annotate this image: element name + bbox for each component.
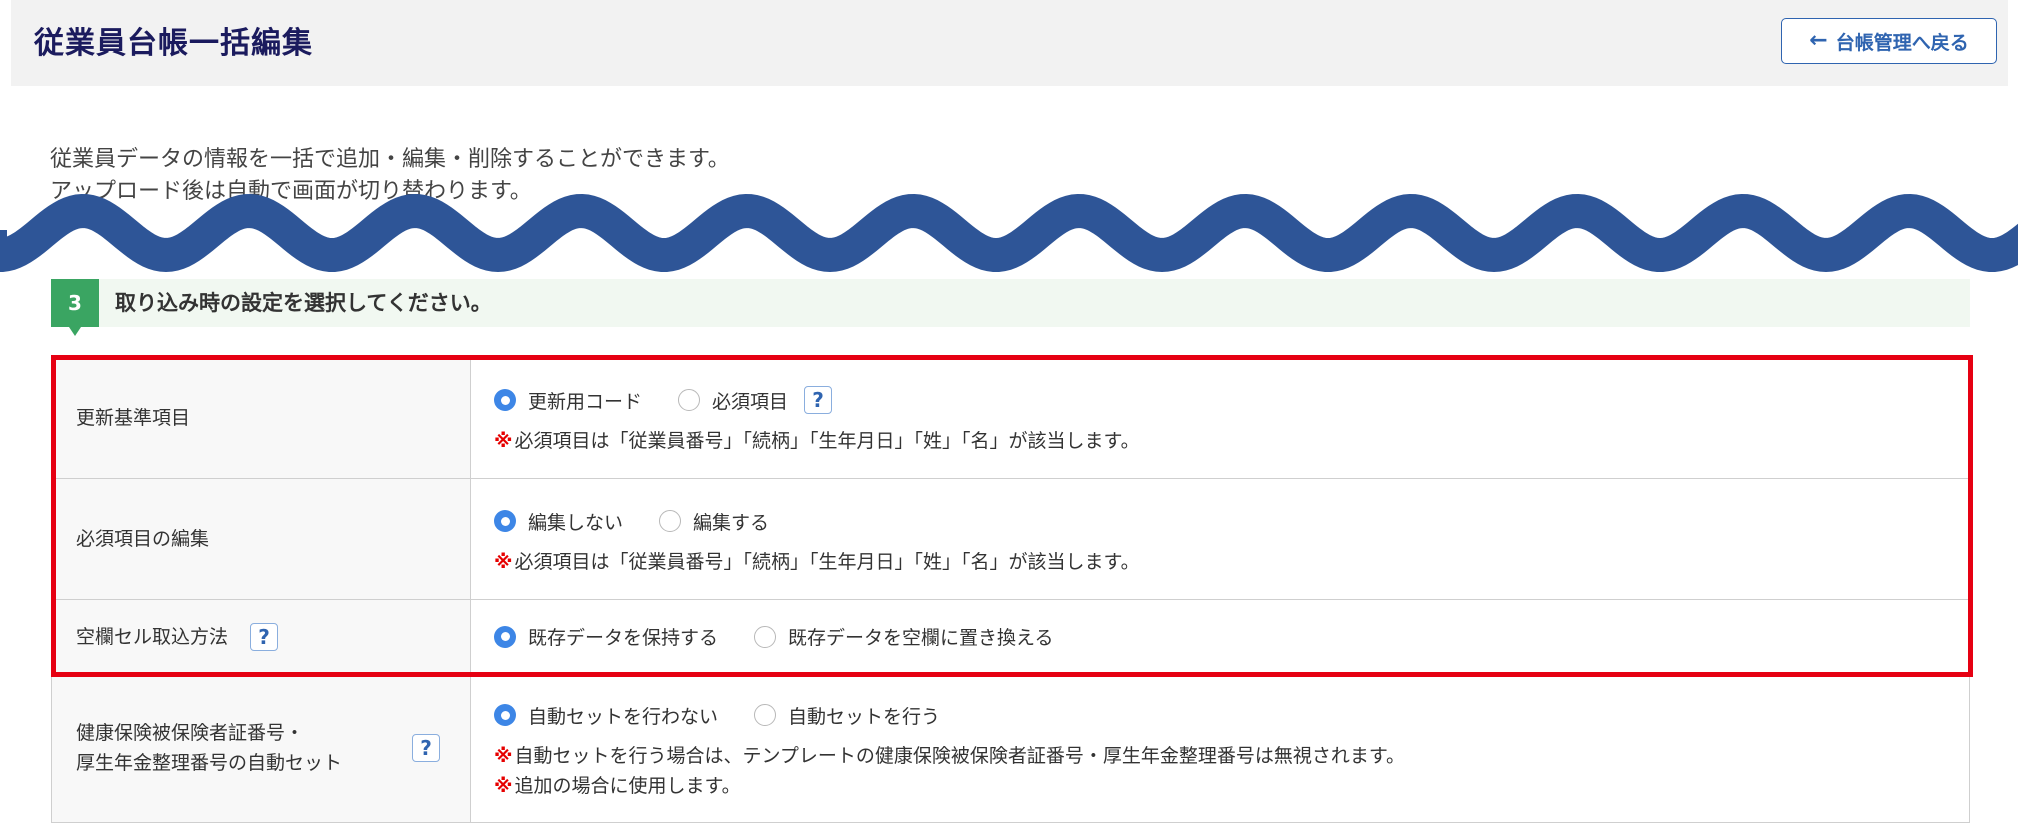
setting-label-cell: 必須項目の編集 [51,478,471,600]
setting-label-cell: 更新基準項目 [51,357,471,479]
setting-note: ※ 自動セットを行う場合は、テンプレートの健康保険被保険者証番号・厚生年金整理番号… [494,741,1969,801]
note-mark: ※ [494,775,513,797]
setting-label-line-1: 健康保険被保険者証番号・ [76,722,305,744]
step-number-badge: 3 [51,279,99,336]
help-icon[interactable]: ? [804,386,833,414]
radio-label: 自動セットを行う [788,705,941,728]
radio-edit[interactable]: 編集する [659,508,769,535]
radio-label: 既存データを保持する [528,627,719,649]
note-mark: ※ [494,745,513,767]
setting-label-cell: 空欄セル取込方法 ? [51,599,471,674]
radio-label: 必須項目 [712,390,789,413]
note-mark: ※ [494,551,513,573]
setting-row-blank-cell: 空欄セル取込方法 ? 既存データを保持する 既存データを空欄に置き換える [51,599,1970,674]
page-title: 従業員台帳一括編集 [34,26,313,61]
setting-note: ※ 必須項目は「従業員番号」「続柄」「生年月日」「姓」「名」が該当します。 [494,547,1969,577]
radio-unchecked-icon [754,704,777,726]
back-button-label: 台帳管理へ戻る [1835,31,1969,54]
setting-value-cell: 編集しない 編集する ※ 必須項目は「従業員番号」「続柄」「生年月日」「姓」「名」… [470,478,1970,600]
radio-replace-blank[interactable]: 既存データを空欄に置き換える [754,623,1053,650]
help-icon[interactable]: ? [250,622,279,651]
radio-checked-icon [494,510,516,532]
setting-label-line-2: 厚生年金整理番号の自動セット [76,752,343,774]
step-label: 取り込み時の設定を選択してください。 [115,291,492,315]
radio-no-edit[interactable]: 編集しない [494,508,623,535]
setting-row-update-key: 更新基準項目 更新用コード 必須項目 ? ※ 必須項目は「従業員番号」「続柄」「生… [51,357,1970,479]
radio-checked-icon [494,704,516,726]
radio-label: 自動セットを行わない [528,705,719,728]
radio-checked-icon [494,389,516,411]
note-mark: ※ [494,430,513,452]
setting-label-cell: 健康保険被保険者証番号・ 厚生年金整理番号の自動セット ? [51,673,471,823]
radio-checked-icon [494,625,516,648]
setting-value-cell: 既存データを保持する 既存データを空欄に置き換える [470,599,1970,674]
radio-update-code[interactable]: 更新用コード [494,387,642,414]
note-text: 必須項目は「従業員番号」「続柄」「生年月日」「姓」「名」が該当します。 [514,551,1140,573]
description-line-1: 従業員データの情報を一括で追加・編集・削除することができます。 [50,147,730,172]
radio-unchecked-icon [659,510,682,532]
setting-value-cell: 更新用コード 必須項目 ? ※ 必須項目は「従業員番号」「続柄」「生年月日」「姓」… [470,357,1970,479]
note-text: 追加の場合に使用します。 [514,775,741,797]
radio-label: 既存データを空欄に置き換える [788,627,1054,649]
back-to-ledger-button[interactable]: ← 台帳管理へ戻る [1781,18,1997,64]
radio-keep-existing[interactable]: 既存データを保持する [494,623,718,650]
radio-unchecked-icon [754,625,777,648]
setting-label: 空欄セル取込方法 [76,625,229,648]
setting-label: 更新基準項目 [76,407,191,429]
note-text: 必須項目は「従業員番号」「続柄」「生年月日」「姓」「名」が該当します。 [514,430,1140,452]
radio-unchecked-icon [678,389,701,411]
setting-value-cell: 自動セットを行わない 自動セットを行う ※ 自動セットを行う場合は、テンプレートの… [470,673,1970,823]
page-header: 従業員台帳一括編集 ← 台帳管理へ戻る [11,0,2008,86]
step-header: 3 取り込み時の設定を選択してください。 [51,279,1970,336]
setting-row-auto-set: 健康保険被保険者証番号・ 厚生年金整理番号の自動セット ? 自動セットを行わない… [51,673,1970,823]
radio-label: 編集する [693,511,770,534]
setting-note: ※ 必須項目は「従業員番号」「続柄」「生年月日」「姓」「名」が該当します。 [494,426,1969,456]
help-icon[interactable]: ? [412,734,440,762]
radio-label: 更新用コード [528,390,643,413]
radio-required-items[interactable]: 必須項目 [678,387,788,414]
import-settings-table: 更新基準項目 更新用コード 必須項目 ? ※ 必須項目は「従業員番号」「続柄」「生… [51,357,1970,823]
setting-row-required-edit: 必須項目の編集 編集しない 編集する ※ 必須項目は「従業員番号」「続柄」「生年月… [51,478,1970,600]
arrow-left-icon: ← [1809,28,1828,53]
radio-auto-set[interactable]: 自動セットを行う [754,702,940,729]
radio-no-auto-set[interactable]: 自動セットを行わない [494,702,718,729]
wave-divider [0,193,2018,273]
radio-label: 編集しない [528,511,624,534]
note-text: 自動セットを行う場合は、テンプレートの健康保険被保険者証番号・厚生年金整理番号は… [514,745,1406,767]
setting-label: 必須項目の編集 [76,528,210,550]
